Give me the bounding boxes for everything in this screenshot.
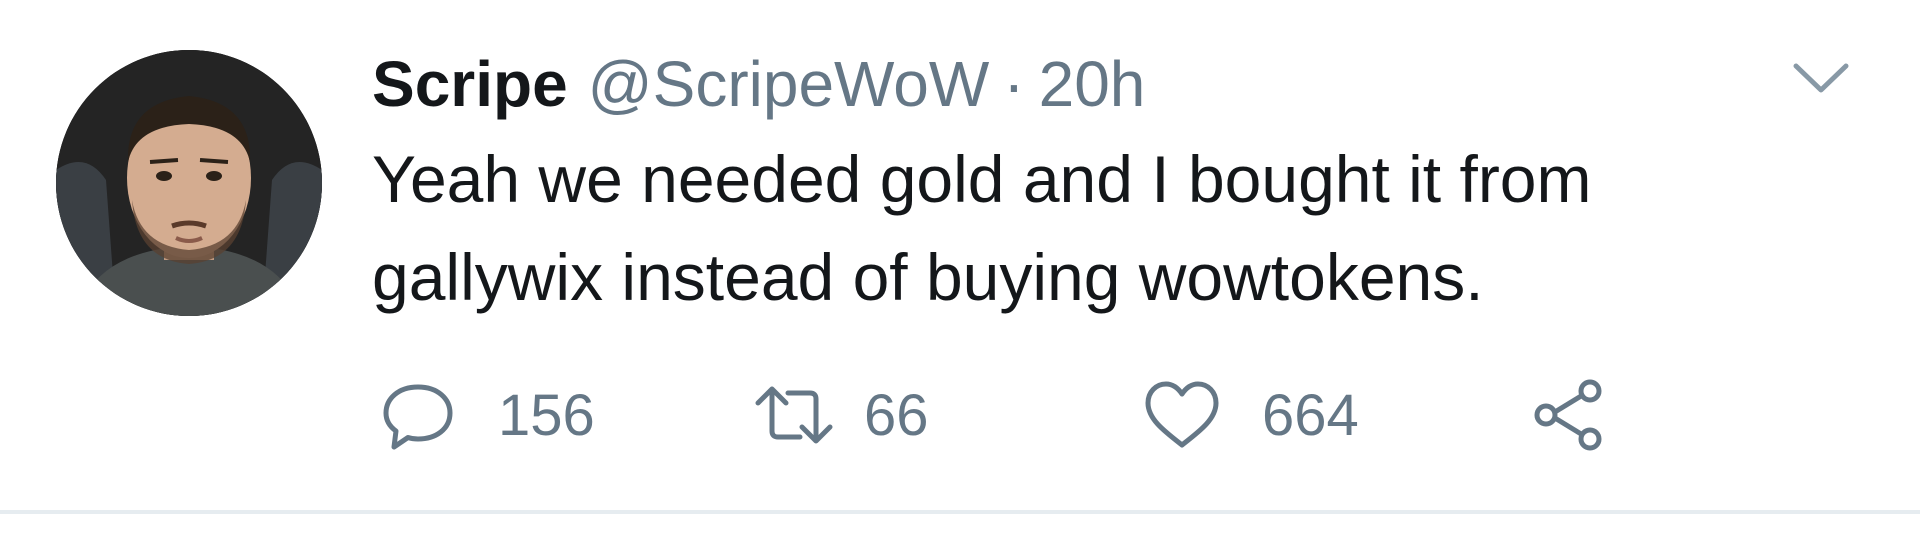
user-avatar[interactable] — [56, 50, 322, 316]
display-name[interactable]: Scripe — [372, 44, 568, 124]
retweet-button[interactable]: 66 — [754, 370, 929, 460]
reply-button[interactable]: 156 — [378, 370, 595, 460]
share-icon — [1534, 379, 1602, 451]
chevron-down-icon[interactable] — [1788, 54, 1854, 102]
avatar-image — [56, 50, 322, 316]
tweet-header: Scripe @ScripeWoW · 20h — [372, 44, 1145, 124]
reply-icon — [383, 384, 453, 450]
reply-count: 156 — [498, 382, 595, 448]
tweet-card[interactable]: Scripe @ScripeWoW · 20h Yeah we needed g… — [0, 0, 1920, 510]
heart-icon — [1145, 381, 1219, 448]
tweet-text: Yeah we needed gold and I bought it from… — [372, 142, 1592, 314]
like-count: 664 — [1262, 382, 1359, 448]
user-handle[interactable]: @ScripeWoW — [588, 44, 990, 124]
retweet-icon — [755, 386, 833, 444]
next-tweet-area — [0, 514, 1920, 536]
action-bar: 156 66 664 — [0, 370, 1920, 460]
like-button[interactable]: 664 — [1142, 370, 1359, 460]
timestamp[interactable]: 20h — [1039, 44, 1146, 124]
share-button[interactable] — [1530, 370, 1610, 460]
retweet-count: 66 — [864, 382, 929, 448]
separator-dot: · — [1003, 48, 1025, 120]
